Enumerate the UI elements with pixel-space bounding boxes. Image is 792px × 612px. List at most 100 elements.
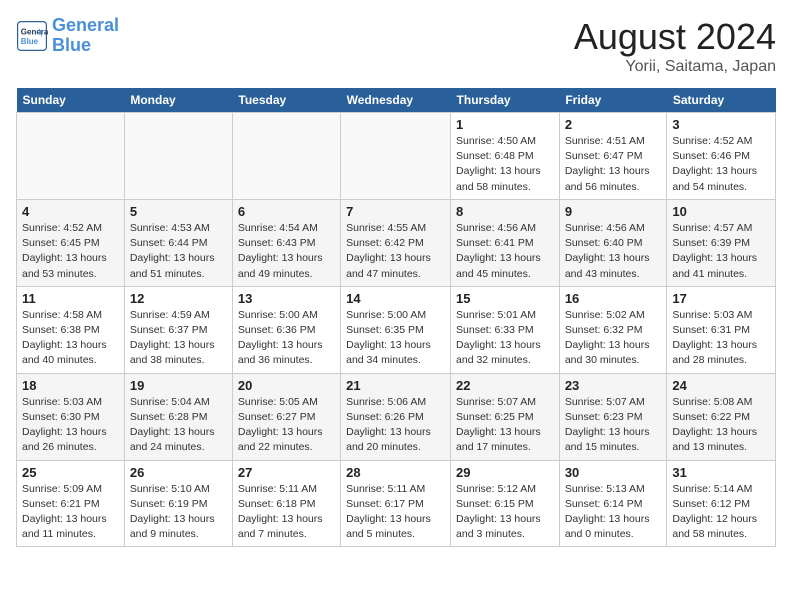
- logo-icon: General Blue: [16, 20, 48, 52]
- day-number: 18: [22, 378, 119, 393]
- day-number: 4: [22, 204, 119, 219]
- logo: General Blue General Blue: [16, 16, 119, 56]
- calendar-cell: 27 Sunrise: 5:11 AM Sunset: 6:18 PM Dayli…: [232, 460, 340, 547]
- calendar-cell: 8 Sunrise: 4:56 AM Sunset: 6:41 PM Daylig…: [451, 199, 560, 286]
- calendar-cell: 24Sunrise: 5:08 AM Sunset: 6:22 PM Dayli…: [667, 373, 776, 460]
- day-detail: Sunrise: 4:50 AM Sunset: 6:48 PM Dayligh…: [456, 134, 554, 195]
- day-number: 15: [456, 291, 554, 306]
- day-detail: Sunrise: 5:05 AM Sunset: 6:27 PM Dayligh…: [238, 395, 335, 456]
- day-number: 20: [238, 378, 335, 393]
- weekday-header-friday: Friday: [559, 88, 667, 113]
- week-row-4: 18 Sunrise: 5:03 AM Sunset: 6:30 PM Dayli…: [17, 373, 776, 460]
- day-detail: Sunrise: 4:53 AM Sunset: 6:44 PM Dayligh…: [130, 221, 227, 282]
- calendar-cell: [17, 113, 125, 200]
- calendar-cell: 12 Sunrise: 4:59 AM Sunset: 6:37 PM Dayli…: [124, 286, 232, 373]
- calendar-cell: 28 Sunrise: 5:11 AM Sunset: 6:17 PM Dayli…: [341, 460, 451, 547]
- calendar-cell: 17Sunrise: 5:03 AM Sunset: 6:31 PM Dayli…: [667, 286, 776, 373]
- calendar-cell: 29 Sunrise: 5:12 AM Sunset: 6:15 PM Dayli…: [451, 460, 560, 547]
- day-detail: Sunrise: 4:51 AM Sunset: 6:47 PM Dayligh…: [565, 134, 662, 195]
- day-detail: Sunrise: 5:07 AM Sunset: 6:23 PM Dayligh…: [565, 395, 662, 456]
- day-number: 11: [22, 291, 119, 306]
- page-header: General Blue General Blue August 2024 Yo…: [16, 16, 776, 76]
- logo-text-blue: Blue: [52, 36, 119, 56]
- month-title: August 2024: [574, 16, 776, 58]
- calendar-cell: 4 Sunrise: 4:52 AM Sunset: 6:45 PM Daylig…: [17, 199, 125, 286]
- day-detail: Sunrise: 5:12 AM Sunset: 6:15 PM Dayligh…: [456, 482, 554, 543]
- calendar-cell: 14 Sunrise: 5:00 AM Sunset: 6:35 PM Dayli…: [341, 286, 451, 373]
- week-row-3: 11 Sunrise: 4:58 AM Sunset: 6:38 PM Dayli…: [17, 286, 776, 373]
- svg-text:General: General: [21, 27, 48, 36]
- day-detail: Sunrise: 5:02 AM Sunset: 6:32 PM Dayligh…: [565, 308, 662, 369]
- day-number: 2: [565, 117, 662, 132]
- day-detail: Sunrise: 4:52 AM Sunset: 6:45 PM Dayligh…: [22, 221, 119, 282]
- day-detail: Sunrise: 4:52 AM Sunset: 6:46 PM Dayligh…: [672, 134, 770, 195]
- day-number: 30: [565, 465, 662, 480]
- day-number: 13: [238, 291, 335, 306]
- location-title: Yorii, Saitama, Japan: [574, 58, 776, 76]
- logo-text: General: [52, 16, 119, 36]
- calendar-cell: 16 Sunrise: 5:02 AM Sunset: 6:32 PM Dayli…: [559, 286, 667, 373]
- calendar-cell: 6Sunrise: 4:54 AM Sunset: 6:43 PM Daylig…: [232, 199, 340, 286]
- day-detail: Sunrise: 4:57 AM Sunset: 6:39 PM Dayligh…: [672, 221, 770, 282]
- weekday-header-sunday: Sunday: [17, 88, 125, 113]
- day-detail: Sunrise: 5:09 AM Sunset: 6:21 PM Dayligh…: [22, 482, 119, 543]
- calendar-cell: 2 Sunrise: 4:51 AM Sunset: 6:47 PM Daylig…: [559, 113, 667, 200]
- day-detail: Sunrise: 5:06 AM Sunset: 6:26 PM Dayligh…: [346, 395, 445, 456]
- title-block: August 2024 Yorii, Saitama, Japan: [574, 16, 776, 76]
- calendar-cell: 13 Sunrise: 5:00 AM Sunset: 6:36 PM Dayli…: [232, 286, 340, 373]
- weekday-header-tuesday: Tuesday: [232, 88, 340, 113]
- calendar-cell: 25 Sunrise: 5:09 AM Sunset: 6:21 PM Dayli…: [17, 460, 125, 547]
- calendar-cell: 10Sunrise: 4:57 AM Sunset: 6:39 PM Dayli…: [667, 199, 776, 286]
- day-detail: Sunrise: 5:00 AM Sunset: 6:36 PM Dayligh…: [238, 308, 335, 369]
- day-number: 25: [22, 465, 119, 480]
- day-number: 5: [130, 204, 227, 219]
- day-detail: Sunrise: 5:11 AM Sunset: 6:17 PM Dayligh…: [346, 482, 445, 543]
- day-number: 23: [565, 378, 662, 393]
- day-number: 16: [565, 291, 662, 306]
- day-number: 3: [672, 117, 770, 132]
- day-number: 22: [456, 378, 554, 393]
- weekday-header-monday: Monday: [124, 88, 232, 113]
- day-number: 7: [346, 204, 445, 219]
- weekday-header-wednesday: Wednesday: [341, 88, 451, 113]
- day-detail: Sunrise: 5:10 AM Sunset: 6:19 PM Dayligh…: [130, 482, 227, 543]
- calendar-cell: 26Sunrise: 5:10 AM Sunset: 6:19 PM Dayli…: [124, 460, 232, 547]
- day-detail: Sunrise: 5:08 AM Sunset: 6:22 PM Dayligh…: [672, 395, 770, 456]
- calendar-cell: 9Sunrise: 4:56 AM Sunset: 6:40 PM Daylig…: [559, 199, 667, 286]
- day-detail: Sunrise: 5:01 AM Sunset: 6:33 PM Dayligh…: [456, 308, 554, 369]
- day-detail: Sunrise: 5:11 AM Sunset: 6:18 PM Dayligh…: [238, 482, 335, 543]
- week-row-1: 1Sunrise: 4:50 AM Sunset: 6:48 PM Daylig…: [17, 113, 776, 200]
- calendar-cell: 31Sunrise: 5:14 AM Sunset: 6:12 PM Dayli…: [667, 460, 776, 547]
- weekday-header-row: SundayMondayTuesdayWednesdayThursdayFrid…: [17, 88, 776, 113]
- weekday-header-thursday: Thursday: [451, 88, 560, 113]
- day-detail: Sunrise: 4:59 AM Sunset: 6:37 PM Dayligh…: [130, 308, 227, 369]
- calendar-cell: 3 Sunrise: 4:52 AM Sunset: 6:46 PM Daylig…: [667, 113, 776, 200]
- day-detail: Sunrise: 5:14 AM Sunset: 6:12 PM Dayligh…: [672, 482, 770, 543]
- calendar-cell: [124, 113, 232, 200]
- calendar-cell: 22 Sunrise: 5:07 AM Sunset: 6:25 PM Dayli…: [451, 373, 560, 460]
- day-number: 8: [456, 204, 554, 219]
- calendar-cell: 30 Sunrise: 5:13 AM Sunset: 6:14 PM Dayli…: [559, 460, 667, 547]
- calendar-cell: 21Sunrise: 5:06 AM Sunset: 6:26 PM Dayli…: [341, 373, 451, 460]
- day-number: 14: [346, 291, 445, 306]
- day-detail: Sunrise: 5:07 AM Sunset: 6:25 PM Dayligh…: [456, 395, 554, 456]
- day-detail: Sunrise: 4:56 AM Sunset: 6:41 PM Dayligh…: [456, 221, 554, 282]
- calendar-cell: 15 Sunrise: 5:01 AM Sunset: 6:33 PM Dayli…: [451, 286, 560, 373]
- week-row-5: 25 Sunrise: 5:09 AM Sunset: 6:21 PM Dayli…: [17, 460, 776, 547]
- calendar-cell: 19Sunrise: 5:04 AM Sunset: 6:28 PM Dayli…: [124, 373, 232, 460]
- calendar-cell: 11 Sunrise: 4:58 AM Sunset: 6:38 PM Dayli…: [17, 286, 125, 373]
- calendar-cell: 20 Sunrise: 5:05 AM Sunset: 6:27 PM Dayli…: [232, 373, 340, 460]
- calendar-cell: [232, 113, 340, 200]
- calendar-cell: 18 Sunrise: 5:03 AM Sunset: 6:30 PM Dayli…: [17, 373, 125, 460]
- day-number: 27: [238, 465, 335, 480]
- day-number: 29: [456, 465, 554, 480]
- day-detail: Sunrise: 4:54 AM Sunset: 6:43 PM Dayligh…: [238, 221, 335, 282]
- day-detail: Sunrise: 5:03 AM Sunset: 6:30 PM Dayligh…: [22, 395, 119, 456]
- day-detail: Sunrise: 5:03 AM Sunset: 6:31 PM Dayligh…: [672, 308, 770, 369]
- day-number: 28: [346, 465, 445, 480]
- day-number: 12: [130, 291, 227, 306]
- day-detail: Sunrise: 4:58 AM Sunset: 6:38 PM Dayligh…: [22, 308, 119, 369]
- day-detail: Sunrise: 5:13 AM Sunset: 6:14 PM Dayligh…: [565, 482, 662, 543]
- day-detail: Sunrise: 5:00 AM Sunset: 6:35 PM Dayligh…: [346, 308, 445, 369]
- weekday-header-saturday: Saturday: [667, 88, 776, 113]
